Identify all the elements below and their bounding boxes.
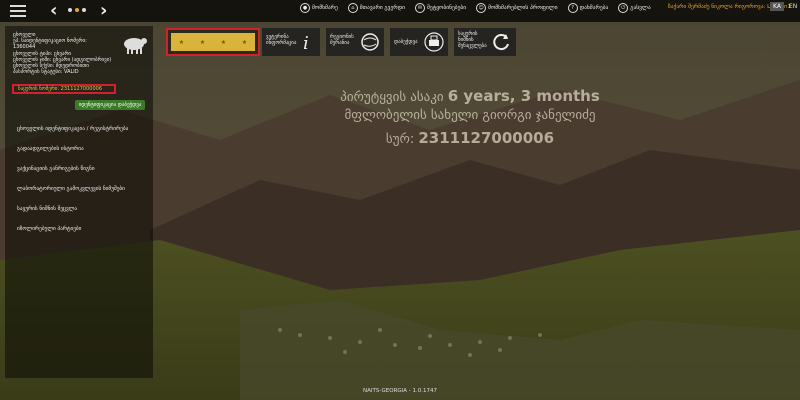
menu-item-label: დახმარება xyxy=(579,5,609,11)
ear-prefix: სურ: xyxy=(385,132,415,147)
home-icon: ⌂ xyxy=(347,3,358,13)
exit-icon: ⏻ xyxy=(618,3,629,13)
ear-value: 2311127000006 xyxy=(418,129,555,147)
menu-item-users[interactable]: ☺ მომხმარებლის პროფილი xyxy=(476,3,558,13)
side-menu-item[interactable]: გადაადგილების ისტორია xyxy=(17,146,128,153)
menu-item-contact[interactable]: ✉ შეტყობინებები xyxy=(414,3,467,13)
rating-box-highlight[interactable]: ★ ★ ★ ★ xyxy=(166,28,260,56)
menu-item-logout[interactable]: ⏻ გასვლა xyxy=(618,3,651,13)
back-arrow-icon[interactable]: ‹ xyxy=(50,0,57,21)
menu-item-profile[interactable]: ● მომხმარე xyxy=(300,3,338,13)
people-icon: ☺ xyxy=(476,3,487,13)
carousel-dots xyxy=(68,8,86,12)
menu-item-label: მომხმარე xyxy=(312,5,338,11)
lang-en-button[interactable]: EN xyxy=(786,2,800,11)
svg-text:i: i xyxy=(303,33,309,52)
top-menu: ● მომხმარე ⌂ მთავარი გვერდი ✉ შეტყობინებები… xyxy=(300,3,651,13)
region-button[interactable]: რეგიონის მერანია xyxy=(326,28,384,56)
rating-stars[interactable]: ★ ★ ★ ★ xyxy=(171,33,255,51)
age-value: 6 years, 3 months xyxy=(447,87,600,105)
contact-icon: ✉ xyxy=(414,3,425,13)
hamburger-menu-icon[interactable] xyxy=(10,2,26,18)
age-line: პირუტყვის ასაკი 6 years, 3 months xyxy=(70,87,800,105)
person-icon: ● xyxy=(300,3,310,13)
animal-info-panel: ცხოველი ეპ. საიდენტიფიკაციო ნომერი: 1360… xyxy=(5,26,153,378)
replace-tag-label: საყურის ნიშნის შენაცვლება xyxy=(458,31,487,49)
region-label: რეგიონის მერანია xyxy=(330,34,354,46)
star-icon[interactable]: ★ xyxy=(179,39,184,46)
menu-item-label: მთავარი გვერდი xyxy=(359,5,405,11)
star-icon[interactable]: ★ xyxy=(242,39,247,46)
globe-icon xyxy=(361,33,379,51)
top-bar: ‹ › ● მომხმარე ⌂ მთავარი გვერდი ✉ შეტყობინე… xyxy=(0,0,800,22)
owner-line: მფლობელის სახელი გიორგი ჯანელიძე xyxy=(70,108,800,123)
vet-info-label: ვეტერინა ინფორმაცია xyxy=(266,34,297,46)
menu-item-label: შეტყობინებები xyxy=(426,5,467,11)
help-icon: ? xyxy=(567,3,578,13)
side-menu-item[interactable]: საყურის ნიშნის შეცვლა xyxy=(17,206,128,213)
menu-item-help[interactable]: ? დახმარება xyxy=(567,3,609,13)
side-menu-item[interactable]: იზოლირებული პარტიები xyxy=(17,226,128,233)
age-prefix: პირუტყვის ასაკი xyxy=(340,90,444,105)
info-passport: პასპორტის სტატუსი: VALID xyxy=(13,69,79,76)
printer-icon xyxy=(424,32,444,52)
menu-item-label: გასვლა xyxy=(630,5,651,11)
side-menu-item[interactable]: ლაბორატორიული გამოკვლევის ნიმუშები xyxy=(17,186,128,193)
vet-info-button[interactable]: ვეტერინა ინფორმაცია i xyxy=(262,28,320,56)
menu-item-label: მომხმარებლის პროფილი xyxy=(488,5,558,11)
print-label: დაბეჭდვა xyxy=(394,39,418,45)
star-icon[interactable]: ★ xyxy=(221,39,226,46)
owner-value: გიორგი ჯანელიძე xyxy=(482,108,596,123)
refresh-icon xyxy=(493,34,509,51)
sheep-icon xyxy=(124,38,147,54)
lang-ka-button[interactable]: KA xyxy=(770,2,784,11)
star-icon[interactable]: ★ xyxy=(200,39,205,46)
side-menu-item[interactable]: ვაქცინაციის განრიგების წიგნი xyxy=(17,166,128,173)
footer-version: NAITS-GEORGIA - 1.0.1747 xyxy=(362,388,438,394)
forward-arrow-icon[interactable]: › xyxy=(100,0,107,21)
ear-line: სურ: 2311127000006 xyxy=(70,129,800,147)
animal-details: ცხოველი ეპ. საიდენტიფიკაციო ნომერი: 1360… xyxy=(13,32,111,75)
info-icon: i xyxy=(303,33,309,52)
owner-prefix: მფლობელის სახელი xyxy=(344,108,479,123)
menu-item-home[interactable]: ⌂ მთავარი გვერდი xyxy=(347,3,405,13)
replace-tag-button[interactable]: საყურის ნიშნის შენაცვლება xyxy=(454,28,516,56)
print-button[interactable]: დაბეჭდვა xyxy=(390,28,448,56)
